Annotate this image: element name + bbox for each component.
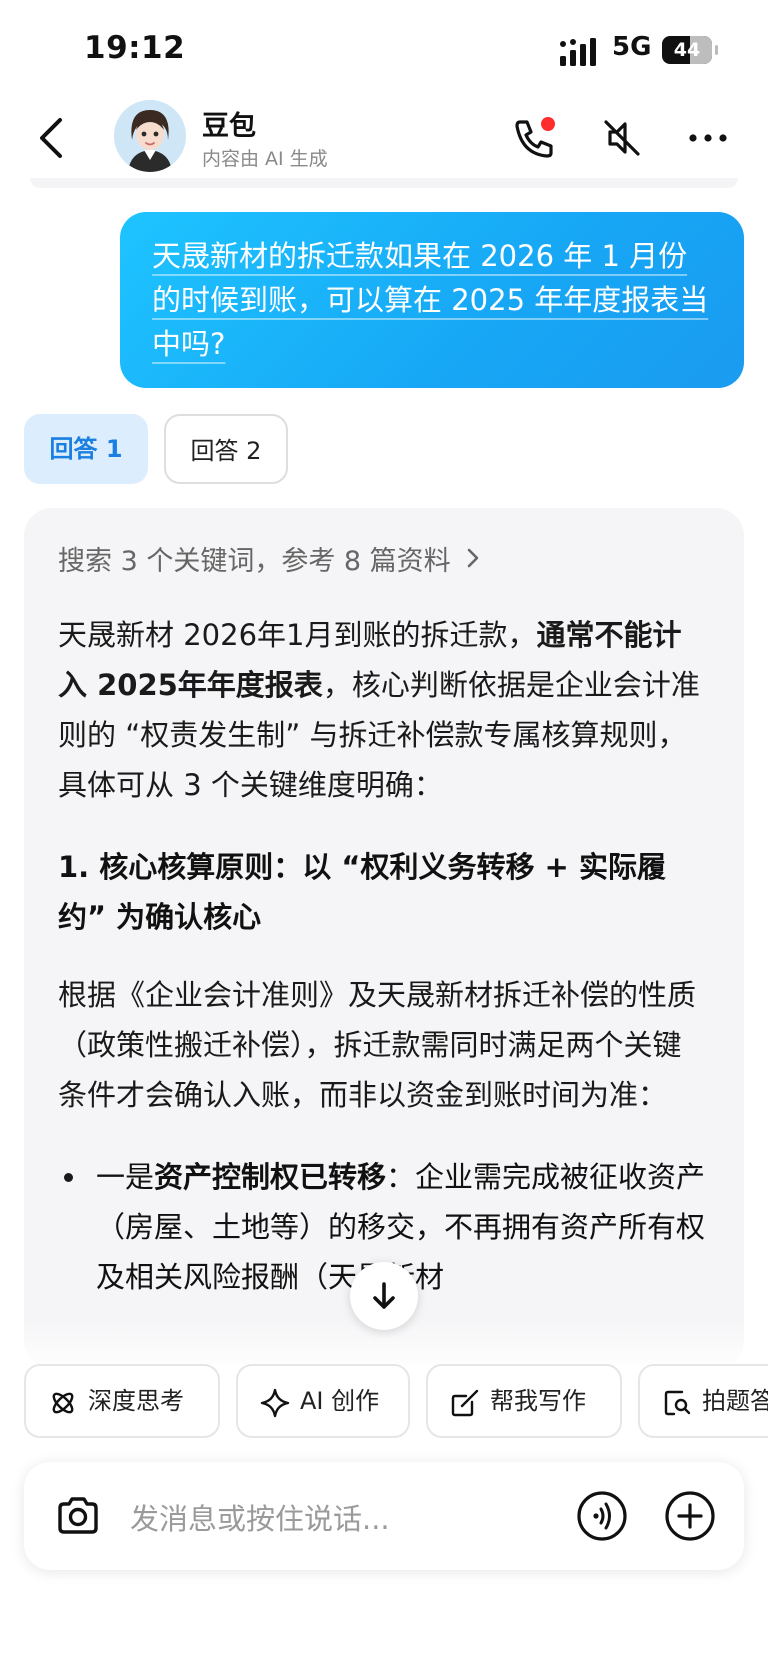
section-heading: 1. 核心核算原则：以 “权利义务转移 + 实际履约” 为确认核心 (58, 850, 666, 934)
answer-card: 搜索 3 个关键词，参考 8 篇资料 天晟新材 2026年1月到账的拆迁款，通常… (24, 508, 744, 1368)
plus-icon[interactable] (664, 1490, 716, 1542)
chip-label: AI 创作 (300, 1387, 380, 1415)
voice-icon[interactable] (576, 1490, 628, 1542)
camera-icon[interactable] (54, 1492, 102, 1540)
more-options-icon[interactable] (684, 114, 732, 162)
chip-photo-question[interactable]: 拍题答疑 (638, 1364, 768, 1438)
user-message-bubble[interactable]: 天晟新材的拆迁款如果在 2026 年 1 月份的时候到账，可以算在 2025 年… (120, 212, 744, 388)
document-search-icon (664, 1390, 691, 1416)
sparkle-icon (260, 1388, 290, 1418)
bullet-bold-text: 资产控制权已转移 (154, 1160, 387, 1194)
chip-label: 帮我写作 (490, 1387, 586, 1415)
answer-intro: 天晟新材 2026年1月到账的拆迁款，通常不能计入 2025年年度报表，核心判断… (58, 610, 710, 810)
scroll-to-bottom-button[interactable] (350, 1262, 418, 1330)
bot-subtitle: 内容由 AI 生成 (202, 148, 328, 170)
chip-label: 拍题答疑 (702, 1387, 768, 1415)
bot-avatar-icon (114, 100, 186, 172)
phone-call-icon[interactable] (510, 114, 558, 162)
tab-answer-2[interactable]: 回答 2 (164, 414, 288, 484)
tab-answer-1[interactable]: 回答 1 (24, 414, 148, 484)
status-bar: 19:12 5G 44 (0, 0, 768, 96)
battery-level: 44 (673, 39, 701, 61)
answer-paragraph: 根据《企业会计准则》及天晟新材拆迁补偿的性质（政策性搬迁补偿），拆迁款需同时满足… (58, 978, 697, 1112)
search-summary-text: 搜索 3 个关键词，参考 8 篇资料 (58, 546, 451, 577)
chip-help-write[interactable]: 帮我写作 (426, 1364, 622, 1438)
chat-header: 豆包 内容由 AI 生成 (0, 96, 768, 184)
battery-icon: 44 (662, 36, 718, 64)
avatar[interactable] (114, 100, 186, 172)
arrow-down-icon (373, 1282, 395, 1309)
status-time: 19:12 (84, 30, 186, 66)
search-summary-link[interactable]: 搜索 3 个关键词，参考 8 篇资料 (58, 542, 710, 582)
intro-text: 天晟新材 2026年1月到账的拆迁款， (58, 618, 537, 652)
chip-label: 深度思考 (88, 1387, 184, 1415)
atom-icon (52, 1392, 74, 1414)
quick-actions-bar: 深度思考 AI 创作 帮我写作 拍题答疑 (0, 1364, 768, 1438)
header-divider (30, 178, 738, 188)
user-message-text: 天晟新材的拆迁款如果在 2026 年 1 月份的时候到账，可以算在 2025 年… (152, 239, 709, 361)
edit-icon (451, 1389, 479, 1417)
chip-ai-create[interactable]: AI 创作 (236, 1364, 410, 1438)
back-arrow-icon[interactable] (34, 114, 70, 162)
signal-icon (560, 38, 596, 66)
message-input-bar: 发消息或按住说话... (24, 1462, 744, 1570)
message-input[interactable]: 发消息或按住说话... (130, 1496, 390, 1538)
network-type: 5G (612, 32, 652, 62)
chevron-right-icon (467, 548, 479, 568)
bot-name: 豆包 (202, 111, 256, 142)
chip-deep-think[interactable]: 深度思考 (24, 1364, 220, 1438)
bullet-text: 一是 (96, 1160, 155, 1194)
speaker-mute-icon[interactable] (598, 114, 646, 162)
